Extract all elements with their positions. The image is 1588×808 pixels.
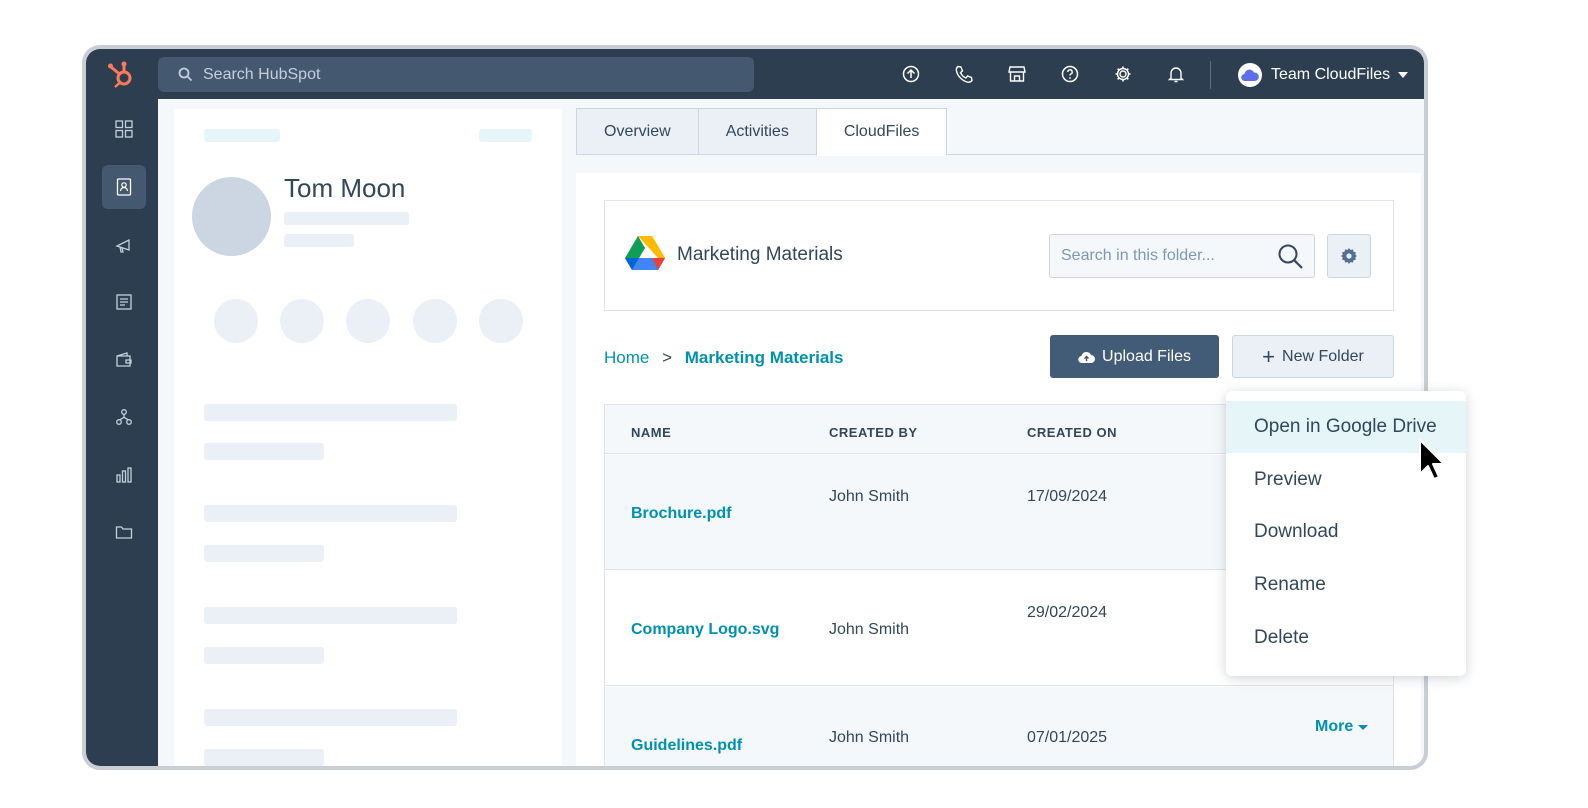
breadcrumb-separator: > — [662, 348, 673, 367]
column-header-created-by[interactable]: CREATED BY — [829, 425, 918, 440]
more-actions-dropdown[interactable]: More — [1315, 718, 1369, 736]
chevron-down-icon — [1398, 72, 1409, 78]
file-name-link[interactable]: Guidelines.pdf — [631, 737, 742, 755]
breadcrumb-current[interactable]: Marketing Materials — [685, 348, 844, 367]
file-name-link[interactable]: Brochure.pdf — [631, 505, 731, 523]
upload-files-button[interactable]: Upload Files — [1050, 335, 1219, 378]
folder-search-input[interactable]: Search in this folder... — [1049, 234, 1315, 278]
action-circle-placeholder — [346, 299, 390, 343]
contact-record-panel: Tom Moon — [174, 109, 562, 766]
sidebar-item-contacts[interactable] — [102, 165, 146, 209]
sidebar-item-content[interactable] — [102, 280, 146, 324]
folder-icon — [115, 526, 133, 539]
search-icon[interactable] — [1277, 243, 1304, 270]
chevron-down-icon — [1358, 724, 1369, 730]
skeleton-line — [204, 443, 324, 460]
skeleton-line — [204, 607, 457, 624]
topbar-divider — [1210, 61, 1211, 89]
tab-cloudfiles[interactable]: CloudFiles — [815, 108, 948, 156]
created-by-cell: John Smith — [829, 488, 910, 505]
cloudfiles-avatar-icon — [1238, 63, 1262, 87]
phone-icon[interactable] — [954, 64, 974, 84]
new-folder-label: New Folder — [1282, 347, 1364, 365]
folder-header-card: Marketing Materials Search in this folde… — [604, 200, 1394, 311]
skeleton-line — [204, 545, 324, 562]
help-icon[interactable] — [1060, 64, 1080, 84]
search-icon — [178, 67, 193, 82]
contacts-icon — [116, 178, 132, 196]
left-sidebar — [86, 99, 158, 766]
created-on-cell: 17/09/2024 — [1027, 488, 1108, 505]
column-header-created-on[interactable]: CREATED ON — [1027, 425, 1117, 440]
google-drive-icon — [625, 236, 665, 270]
gear-icon — [1341, 248, 1357, 264]
skeleton-line — [204, 505, 457, 522]
column-header-name[interactable]: NAME — [631, 425, 671, 440]
skeleton-line — [284, 212, 409, 225]
tab-activities[interactable]: Activities — [697, 108, 816, 155]
new-folder-button[interactable]: + New Folder — [1232, 335, 1394, 378]
breadcrumb: Home > Marketing Materials — [604, 348, 844, 368]
upgrade-icon[interactable] — [901, 64, 921, 84]
account-name: Team CloudFiles — [1271, 66, 1391, 83]
sidebar-item-marketing[interactable] — [102, 223, 146, 267]
upload-files-label: Upload Files — [1102, 347, 1191, 365]
menu-item-delete[interactable]: Delete — [1226, 612, 1466, 664]
sidebar-item-automation[interactable] — [102, 395, 146, 439]
created-by-cell: John Smith — [829, 621, 910, 638]
automation-icon — [116, 409, 132, 425]
skeleton-line — [204, 647, 324, 664]
marketplace-icon[interactable] — [1007, 64, 1027, 84]
more-label: More — [1315, 718, 1354, 735]
action-circle-placeholder — [479, 299, 523, 343]
folder-title: Marketing Materials — [677, 244, 843, 265]
action-circle-placeholder — [413, 299, 457, 343]
sidebar-item-reporting[interactable] — [102, 453, 146, 497]
menu-item-download[interactable]: Download — [1226, 506, 1466, 558]
tab-overview[interactable]: Overview — [576, 108, 698, 155]
action-circle-placeholder — [280, 299, 324, 343]
cloud-upload-icon — [1078, 351, 1096, 363]
created-by-cell: John Smith — [829, 729, 910, 746]
marketing-icon — [115, 238, 130, 253]
avatar — [192, 177, 271, 256]
breadcrumb-home[interactable]: Home — [604, 348, 649, 367]
skeleton-line — [204, 709, 457, 726]
created-on-cell: 07/01/2025 — [1027, 729, 1108, 746]
commerce-icon — [116, 352, 132, 367]
sidebar-item-dashboard[interactable] — [102, 107, 146, 151]
top-navigation-bar: Search HubSpot Team CloudFiles — [86, 49, 1424, 99]
record-tabs: Overview Activities CloudFiles — [576, 108, 948, 156]
file-name-link[interactable]: Company Logo.svg — [631, 621, 779, 639]
skeleton-line — [204, 404, 457, 421]
skeleton-actions-link — [479, 129, 532, 142]
folder-search-placeholder: Search in this folder... — [1061, 247, 1215, 264]
sidebar-item-files[interactable] — [102, 510, 146, 554]
file-context-menu: Open in Google Drive Preview Download Re… — [1226, 391, 1466, 676]
global-search-input[interactable]: Search HubSpot — [158, 57, 754, 92]
skeleton-back-link — [204, 129, 280, 142]
action-circle-placeholder — [214, 299, 258, 343]
folder-settings-button[interactable] — [1327, 234, 1371, 278]
account-menu[interactable]: Team CloudFiles — [1238, 63, 1409, 87]
dashboard-icon — [115, 120, 133, 138]
menu-item-rename[interactable]: Rename — [1226, 559, 1466, 611]
reporting-icon — [116, 467, 132, 483]
search-placeholder: Search HubSpot — [203, 65, 321, 83]
contact-name: Tom Moon — [284, 173, 406, 203]
table-row: Guidelines.pdf John Smith 07/01/2025 Mor… — [605, 687, 1393, 766]
settings-icon[interactable] — [1113, 64, 1133, 84]
created-on-cell: 29/02/2024 — [1027, 604, 1108, 621]
skeleton-line — [204, 749, 324, 766]
content-icon — [116, 294, 132, 310]
sidebar-item-commerce[interactable] — [102, 338, 146, 382]
notifications-icon[interactable] — [1166, 64, 1186, 84]
plus-icon: + — [1262, 343, 1276, 369]
hubspot-logo-icon[interactable] — [106, 59, 136, 89]
skeleton-line — [284, 234, 354, 247]
mouse-pointer-icon — [1419, 439, 1445, 480]
